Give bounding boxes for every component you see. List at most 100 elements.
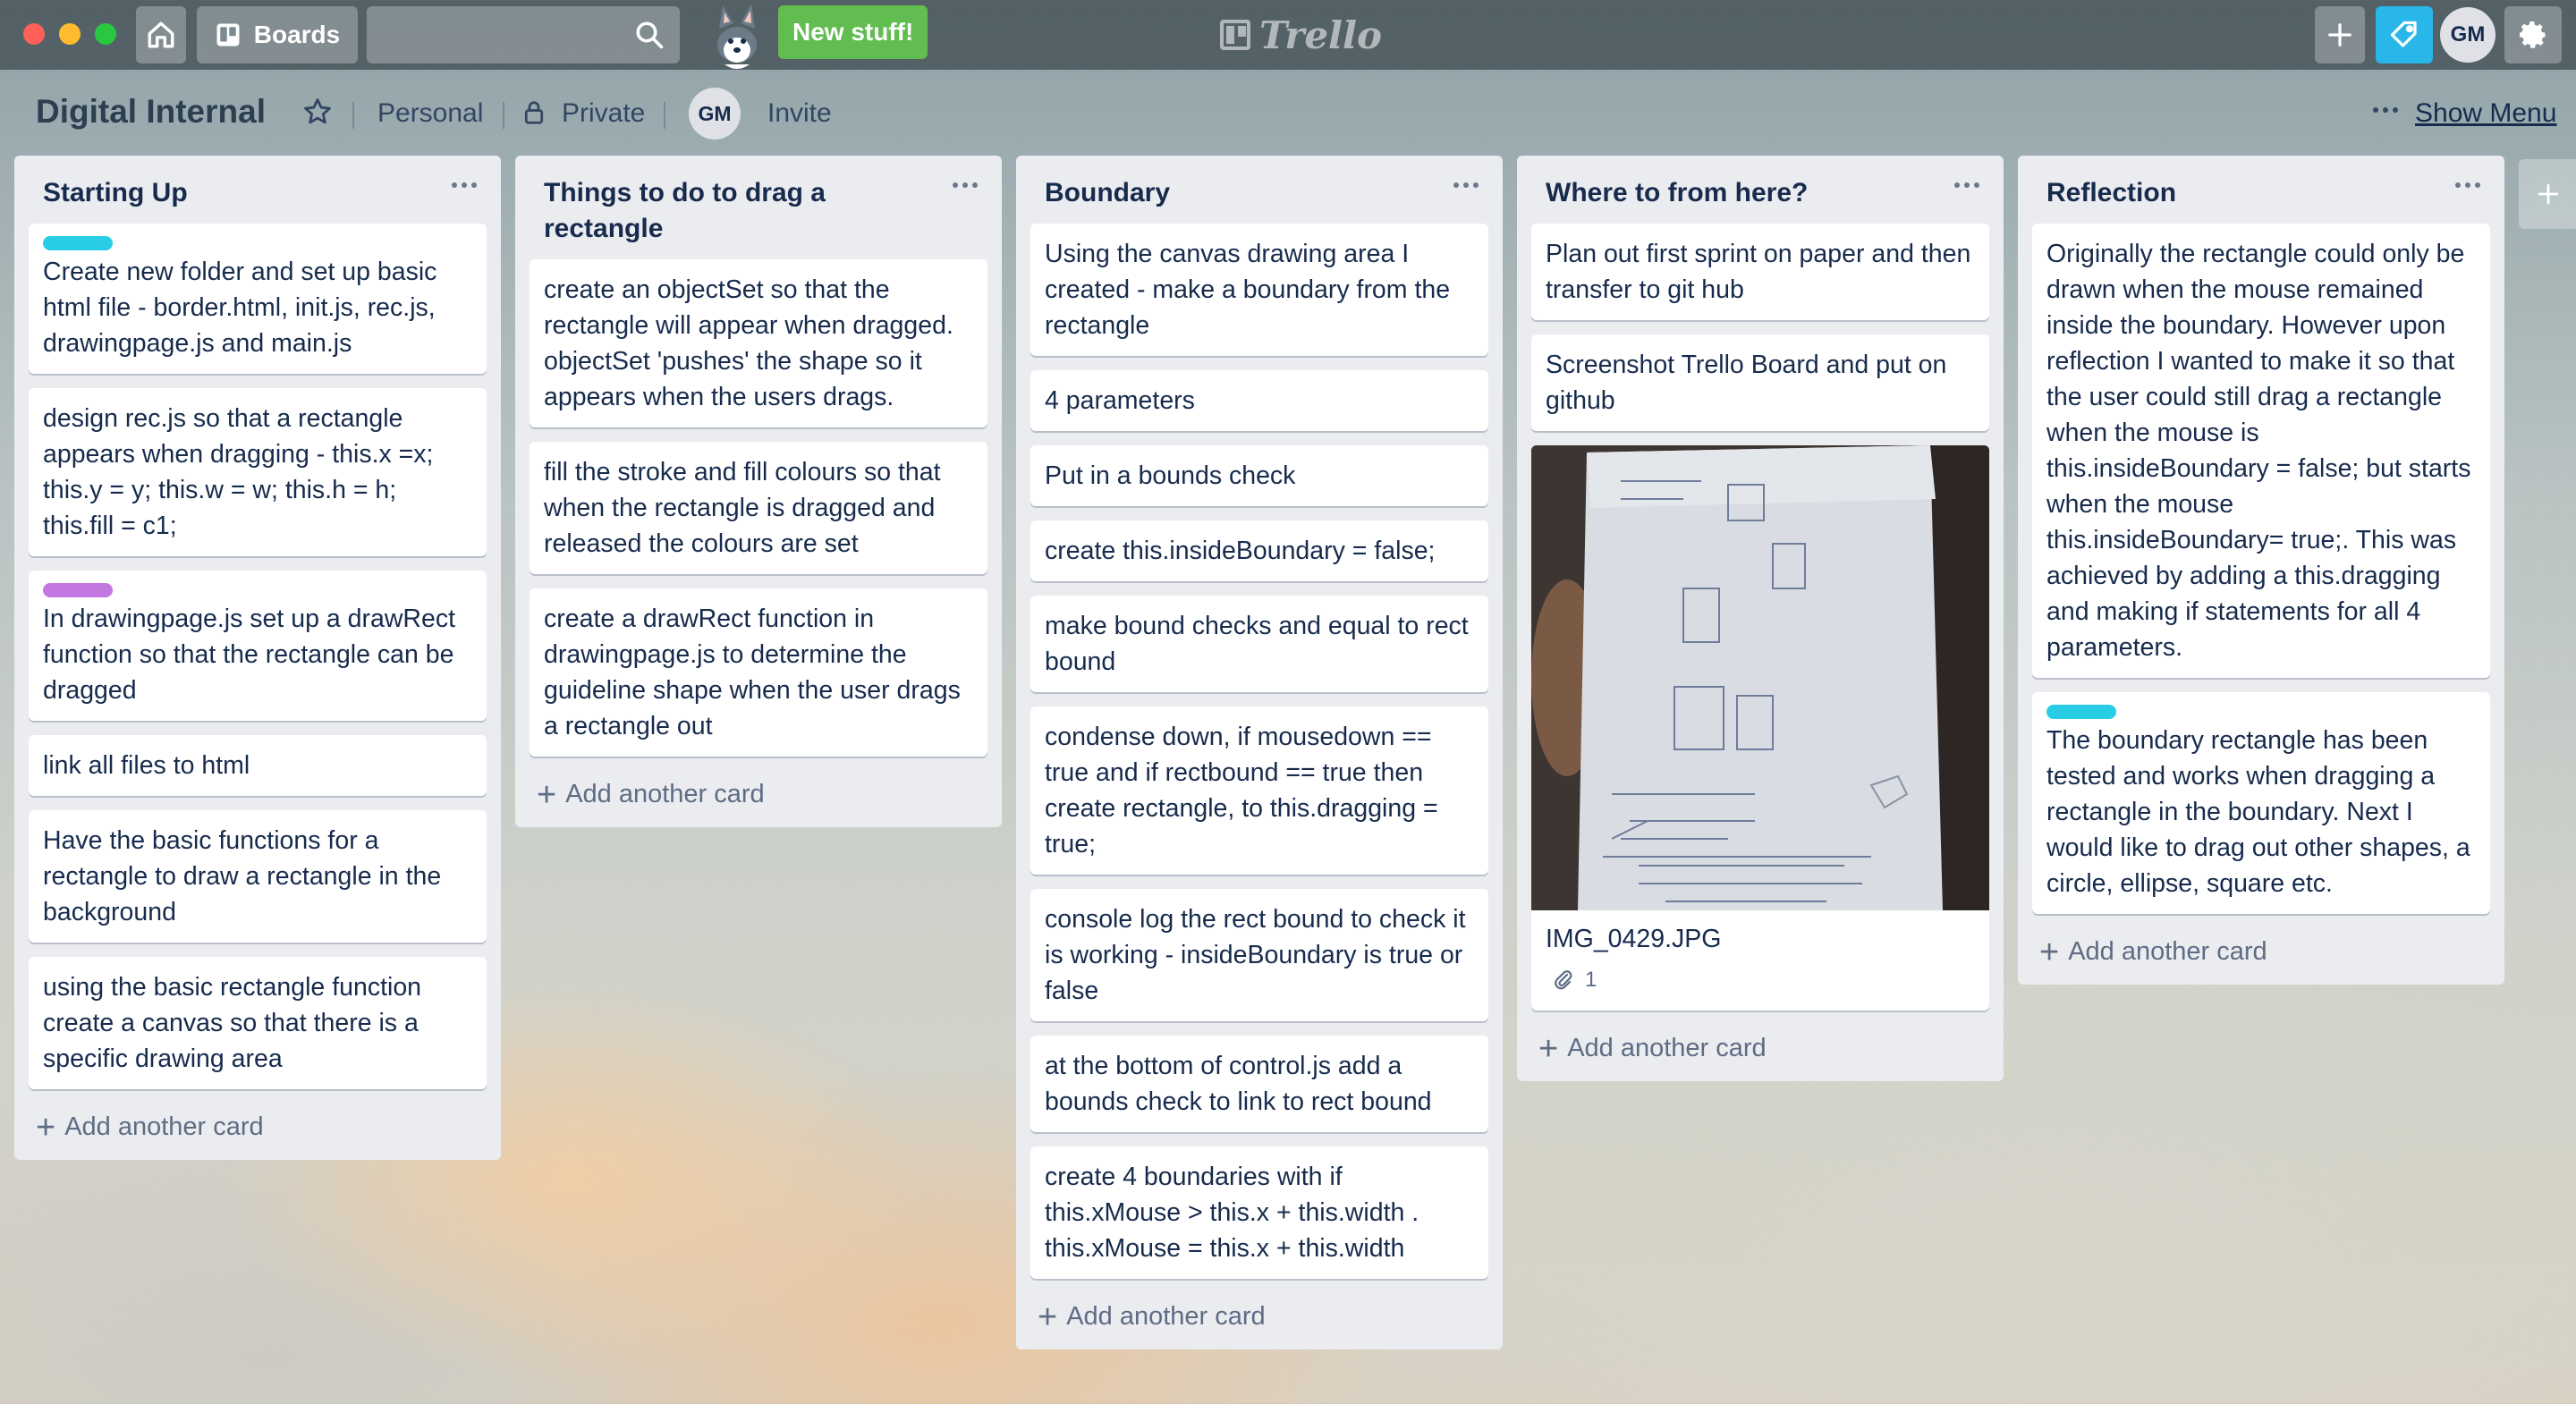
card[interactable]: The boundary rectangle has been tested a… xyxy=(2032,692,2490,914)
list-title[interactable]: Boundary xyxy=(1045,175,1435,211)
card[interactable]: 4 parameters xyxy=(1030,370,1488,431)
card[interactable]: create 4 boundaries with if this.xMouse … xyxy=(1030,1146,1488,1279)
attachment-badge: 1 xyxy=(1546,962,1975,998)
list-title[interactable]: Things to do to drag a rectangle xyxy=(544,175,934,247)
card[interactable]: create an objectSet so that the rectangl… xyxy=(530,259,987,427)
list-header[interactable]: Reflection xyxy=(2032,156,2490,218)
list-header[interactable]: Starting Up xyxy=(29,156,487,218)
add-card-button[interactable]: + Add another card xyxy=(2032,932,2490,972)
card-title: Using the canvas drawing area I created … xyxy=(1045,240,1451,340)
board-title[interactable]: Digital Internal xyxy=(36,93,266,131)
card-title: The boundary rectangle has been tested a… xyxy=(2046,726,2470,898)
card[interactable]: condense down, if mousedown == true and … xyxy=(1030,706,1488,875)
card-label-purple xyxy=(43,583,113,597)
star-icon[interactable] xyxy=(302,97,333,127)
search-input[interactable] xyxy=(367,6,680,63)
list-title[interactable]: Reflection xyxy=(2046,175,2436,211)
list-menu-icon[interactable] xyxy=(1953,181,1980,190)
card-title: using the basic rectangle function creat… xyxy=(43,973,422,1073)
add-card-button[interactable]: + Add another card xyxy=(1531,1028,1989,1069)
header-divider xyxy=(503,102,504,129)
card[interactable]: Create new folder and set up basic html … xyxy=(29,224,487,374)
list-header[interactable]: Where to from here? xyxy=(1531,156,1989,218)
visibility-button[interactable]: Private xyxy=(562,98,645,129)
card[interactable]: create this.insideBoundary = false; xyxy=(1030,520,1488,581)
card[interactable]: fill the stroke and fill colours so that… xyxy=(530,442,987,574)
card[interactable]: Plan out first sprint on paper and then … xyxy=(1531,224,1989,320)
card-cover-image xyxy=(1531,445,1989,910)
tips-button[interactable] xyxy=(2376,6,2433,63)
member-avatar[interactable]: GM xyxy=(2440,7,2496,63)
list-menu-icon[interactable] xyxy=(1453,181,1479,190)
card[interactable]: Using the canvas drawing area I created … xyxy=(1030,224,1488,356)
home-button[interactable] xyxy=(136,6,186,63)
card[interactable]: make bound checks and equal to rect boun… xyxy=(1030,596,1488,692)
card[interactable]: console log the rect bound to check it i… xyxy=(1030,889,1488,1021)
card-title: Plan out first sprint on paper and then … xyxy=(1546,240,1971,304)
card-title: 4 parameters xyxy=(1045,386,1195,415)
card-title: Have the basic functions for a rectangle… xyxy=(43,826,442,926)
list: Reflection Originally the rectangle could… xyxy=(2018,156,2504,985)
card[interactable]: at the bottom of control.js add a bounds… xyxy=(1030,1036,1488,1132)
trello-logo-icon xyxy=(1220,20,1250,50)
more-dots-icon[interactable] xyxy=(2372,106,2399,114)
card[interactable]: In drawingpage.js set up a drawRect func… xyxy=(29,571,487,721)
card[interactable]: using the basic rectangle function creat… xyxy=(29,957,487,1089)
plus-icon xyxy=(2538,183,2559,205)
add-card-label: Add another card xyxy=(64,1112,264,1141)
card-title: create this.insideBoundary = false; xyxy=(1045,537,1436,565)
card-label-blue xyxy=(2046,705,2116,719)
card[interactable]: link all files to html xyxy=(29,735,487,796)
invite-button[interactable]: Invite xyxy=(767,98,832,129)
show-menu-button[interactable]: Show Menu xyxy=(2415,98,2556,129)
add-list-button[interactable] xyxy=(2519,159,2576,229)
list-menu-icon[interactable] xyxy=(451,181,478,190)
window-close-button[interactable] xyxy=(23,23,45,45)
boards-button[interactable]: Boards xyxy=(197,6,358,63)
card-title: design rec.js so that a rectangle appear… xyxy=(43,404,434,540)
list-menu-icon[interactable] xyxy=(952,181,979,190)
add-card-button[interactable]: + Add another card xyxy=(29,1107,487,1147)
list-header[interactable]: Things to do to drag a rectangle xyxy=(530,156,987,254)
settings-button[interactable] xyxy=(2504,6,2562,63)
list-title[interactable]: Where to from here? xyxy=(1546,175,1936,211)
list: Starting Up Create new folder and set up … xyxy=(14,156,501,1160)
plus-icon: + xyxy=(2039,933,2060,971)
add-card-label: Add another card xyxy=(1567,1034,1767,1062)
card[interactable]: design rec.js so that a rectangle appear… xyxy=(29,388,487,556)
list-menu-icon[interactable] xyxy=(2454,181,2481,190)
plus-icon: + xyxy=(1538,1029,1559,1068)
card-title: condense down, if mousedown == true and … xyxy=(1045,723,1438,858)
card[interactable]: Originally the rectangle could only be d… xyxy=(2032,224,2490,678)
list-title[interactable]: Starting Up xyxy=(43,175,433,211)
card-list: Using the canvas drawing area I created … xyxy=(1030,224,1488,1279)
create-button[interactable] xyxy=(2315,6,2365,63)
team-button[interactable]: Personal xyxy=(377,98,483,129)
card[interactable]: Put in a bounds check xyxy=(1030,445,1488,506)
taco-husky-icon[interactable] xyxy=(699,2,773,70)
new-stuff-button[interactable]: New stuff! xyxy=(778,5,928,59)
card-title: Screenshot Trello Board and put on githu… xyxy=(1546,351,1947,415)
list-header[interactable]: Boundary xyxy=(1030,156,1488,218)
window-minimize-button[interactable] xyxy=(59,23,80,45)
tag-icon xyxy=(2390,21,2417,47)
card-list: Originally the rectangle could only be d… xyxy=(2032,224,2490,914)
card[interactable]: IMG_0429.JPG 1 xyxy=(1531,445,1989,1011)
add-card-button[interactable]: + Add another card xyxy=(530,774,987,815)
card-title: make bound checks and equal to rect boun… xyxy=(1045,612,1469,676)
card[interactable]: Screenshot Trello Board and put on githu… xyxy=(1531,334,1989,431)
card-label-blue xyxy=(43,236,113,250)
card-title: IMG_0429.JPG xyxy=(1546,925,1722,953)
card-title: fill the stroke and fill colours so that… xyxy=(544,458,941,558)
window-zoom-button[interactable] xyxy=(95,23,116,45)
trello-logo[interactable]: Trello xyxy=(1220,11,1382,59)
card[interactable]: Have the basic functions for a rectangle… xyxy=(29,810,487,943)
board-member-avatar[interactable]: GM xyxy=(689,88,741,140)
add-card-label: Add another card xyxy=(565,780,765,808)
card-list: Create new folder and set up basic html … xyxy=(29,224,487,1089)
card-title: create a drawRect function in drawingpag… xyxy=(544,605,961,740)
add-card-button[interactable]: + Add another card xyxy=(1030,1297,1488,1337)
card[interactable]: create a drawRect function in drawingpag… xyxy=(530,588,987,757)
list: Things to do to drag a rectangle create a… xyxy=(515,156,1002,827)
add-card-label: Add another card xyxy=(1066,1302,1266,1331)
